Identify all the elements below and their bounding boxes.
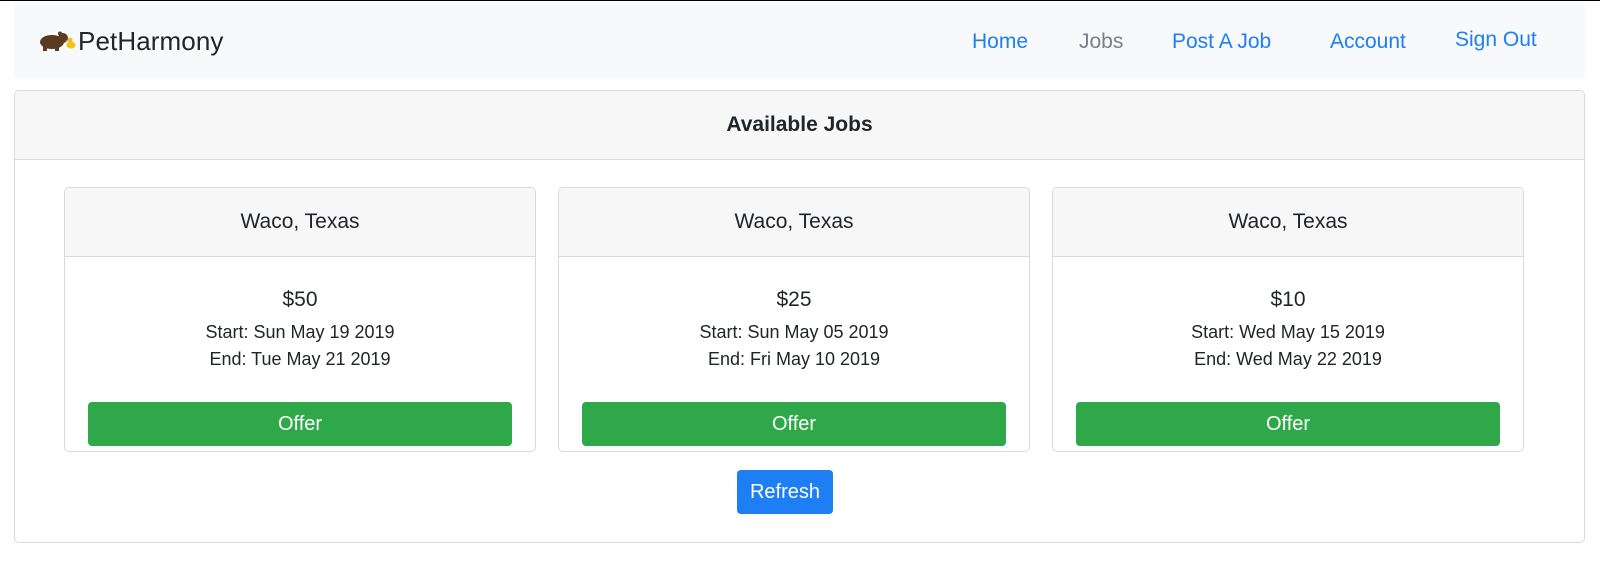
nav-post-job-link[interactable]: Post A Job [1172, 30, 1271, 54]
nav-sign-out-link[interactable]: Sign Out [1455, 28, 1537, 52]
job-end-date: End: Fri May 10 2019 [707, 349, 881, 369]
panel-title: Available Jobs [15, 91, 1584, 160]
job-price: $25 [776, 288, 812, 311]
refresh-button[interactable]: Refresh [737, 470, 833, 514]
job-location: Waco, Texas [1053, 188, 1523, 257]
brand-name: PetHarmony [78, 25, 224, 56]
offer-button[interactable]: Offer [88, 402, 512, 446]
offer-button[interactable]: Offer [582, 402, 1006, 446]
bear-and-duck-icon [40, 31, 76, 51]
nav-jobs-link[interactable]: Jobs [1079, 30, 1123, 54]
job-end-date: End: Tue May 21 2019 [209, 349, 391, 369]
job-card: Waco, Texas $10 Start: Wed May 15 2019 E… [1052, 187, 1524, 452]
job-location: Waco, Texas [559, 188, 1029, 257]
job-card: Waco, Texas $25 Start: Sun May 05 2019 E… [558, 187, 1030, 452]
job-end-date: End: Wed May 22 2019 [1194, 349, 1382, 369]
job-card: Waco, Texas $50 Start: Sun May 19 2019 E… [64, 187, 536, 452]
offer-button[interactable]: Offer [1076, 402, 1500, 446]
job-start-date: Start: Sun May 05 2019 [699, 322, 889, 342]
job-start-date: Start: Sun May 19 2019 [205, 322, 395, 342]
window-top-border [0, 0, 1600, 1]
job-location: Waco, Texas [65, 188, 535, 257]
brand-link[interactable]: PetHarmony [38, 24, 224, 58]
nav-home-link[interactable]: Home [972, 30, 1028, 54]
nav-account-link[interactable]: Account [1330, 30, 1406, 54]
navbar: PetHarmony Home Jobs Post A Job Account … [14, 2, 1585, 78]
job-price: $50 [282, 288, 318, 311]
job-price: $10 [1270, 288, 1306, 311]
job-start-date: Start: Wed May 15 2019 [1191, 322, 1385, 342]
